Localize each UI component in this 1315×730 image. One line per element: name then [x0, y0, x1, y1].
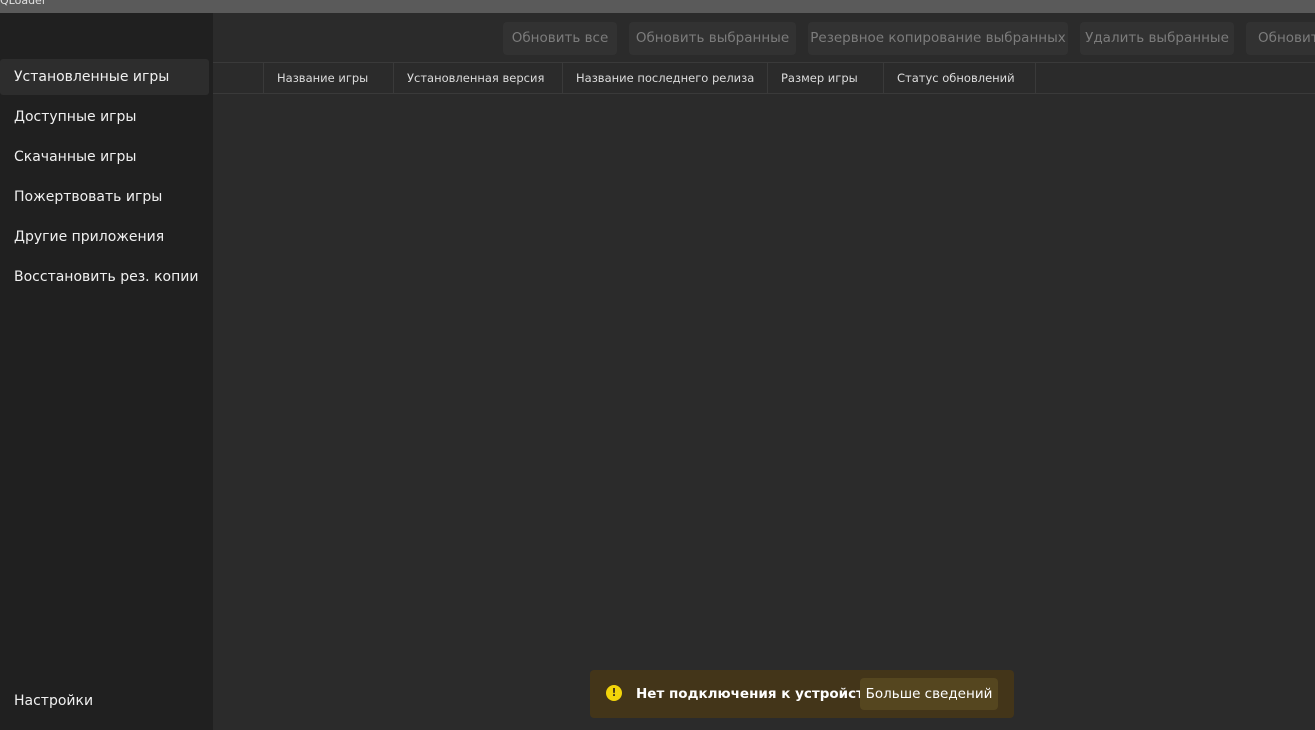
- update-all-button[interactable]: Обновить все: [503, 22, 617, 55]
- more-info-button[interactable]: Больше сведений: [860, 678, 998, 710]
- sidebar-item-restore-backups[interactable]: Восстановить рез. копии: [0, 259, 209, 295]
- column-game-size[interactable]: Размер игры: [768, 63, 884, 93]
- sidebar-item-donate-games[interactable]: Пожертвовать игры: [0, 179, 209, 215]
- title-bar: QLoader: [0, 0, 1315, 13]
- column-latest-release[interactable]: Название последнего релиза: [563, 63, 768, 93]
- sidebar-item-installed-games[interactable]: Установленные игры: [0, 59, 209, 95]
- column-installed-version[interactable]: Установленная версия: [394, 63, 563, 93]
- refresh-button[interactable]: Обновить: [1246, 22, 1315, 55]
- sidebar-item-available-games[interactable]: Доступные игры: [0, 99, 209, 135]
- column-update-status[interactable]: Статус обновлений: [884, 63, 1036, 93]
- sidebar-item-settings[interactable]: Настройки: [0, 683, 209, 719]
- games-table-header: Название игры Установленная версия Назва…: [213, 62, 1315, 94]
- delete-selected-button[interactable]: Удалить выбранные: [1080, 22, 1234, 55]
- sidebar-item-other-apps[interactable]: Другие приложения: [0, 219, 209, 255]
- select-column[interactable]: [213, 63, 264, 93]
- connection-info-bar: ! Нет подключения к устройству Больше св…: [590, 670, 1014, 718]
- backup-selected-button[interactable]: Резервное копирование выбранных: [808, 22, 1068, 55]
- main-panel: Обновить все Обновить выбранные Резервно…: [213, 13, 1315, 730]
- update-selected-button[interactable]: Обновить выбранные: [629, 22, 796, 55]
- warning-icon: !: [606, 685, 622, 701]
- sidebar: Установленные игры Доступные игры Скачан…: [0, 13, 213, 730]
- info-message: Нет подключения к устройству: [636, 686, 882, 702]
- sidebar-item-downloaded-games[interactable]: Скачанные игры: [0, 139, 209, 175]
- column-game-name[interactable]: Название игры: [264, 63, 394, 93]
- app-title: QLoader: [0, 0, 47, 7]
